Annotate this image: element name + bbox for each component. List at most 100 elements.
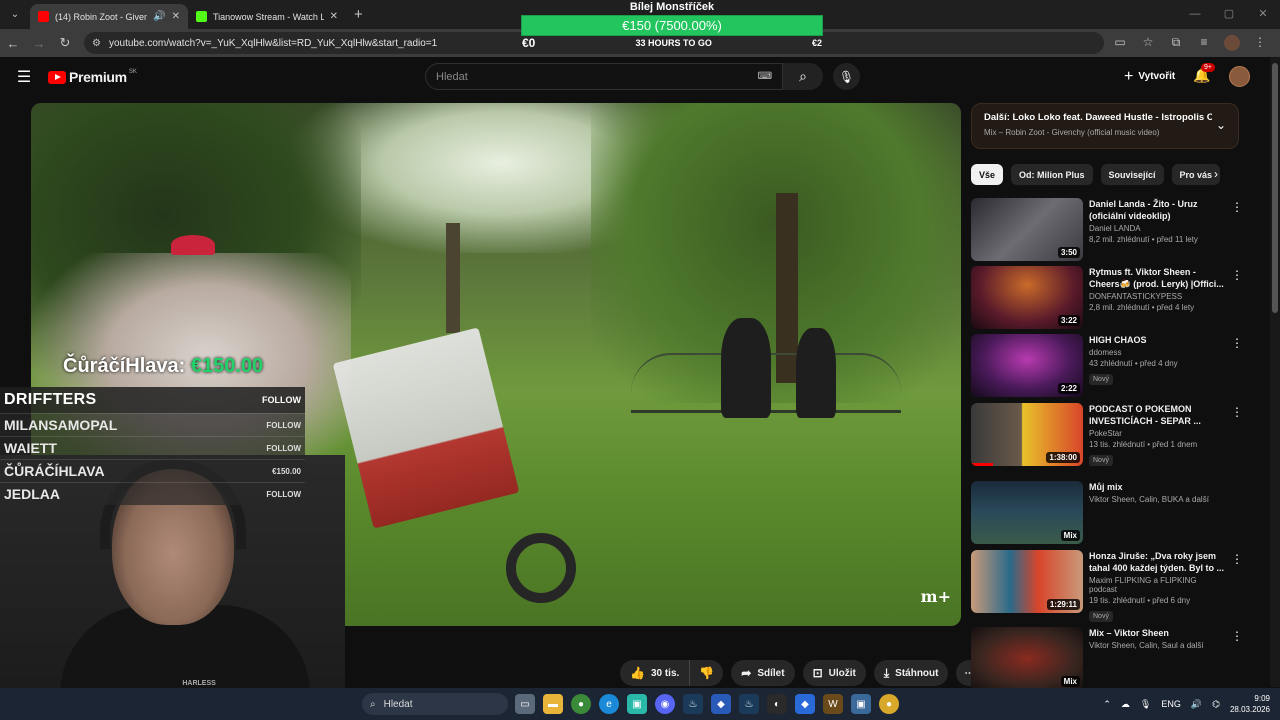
profile-avatar[interactable] <box>1224 35 1240 51</box>
app-icon[interactable]: ▣ <box>851 694 871 714</box>
language-indicator[interactable]: ENG <box>1161 699 1181 709</box>
more-vert-icon[interactable]: ⋮ <box>1231 629 1243 643</box>
video-thumbnail[interactable]: 1:29:11 <box>971 550 1083 613</box>
steam-icon[interactable]: ♨ <box>683 694 703 714</box>
video-thumbnail[interactable]: 3:50 <box>971 198 1083 261</box>
tab-youtube[interactable]: (14) Robin Zoot - Givenchy (o 🔊 ✕ <box>30 4 188 29</box>
video-title[interactable]: Honza Jiruše: „Dva roky jsem tahal 400 k… <box>1089 550 1225 574</box>
tab-search-icon[interactable]: ⌄ <box>4 4 26 26</box>
video-thumbnail[interactable]: Mix <box>971 481 1083 544</box>
channel-name[interactable]: DONFANTASTICKYPESS <box>1089 292 1225 301</box>
create-button[interactable]: + Vytvořit <box>1114 64 1185 89</box>
tab-audio-icon[interactable]: 🔊 <box>153 11 165 22</box>
voice-search-button[interactable]: 🎙 <box>833 63 860 90</box>
app-icon[interactable]: ◆ <box>711 694 731 714</box>
microphone-icon[interactable]: 🎙 <box>1140 699 1151 710</box>
account-avatar[interactable] <box>1229 66 1250 87</box>
app-icon[interactable]: ◆ <box>795 694 815 714</box>
recommendation-item[interactable]: 1:29:11 Honza Jiruše: „Dva roky jsem tah… <box>971 550 1251 622</box>
bookmark-star-icon[interactable]: ☆ <box>1134 35 1162 51</box>
download-button[interactable]: ⤓ Stáhnout <box>873 660 949 686</box>
discord-icon[interactable]: ◉ <box>655 694 675 714</box>
more-vert-icon[interactable]: ⋮ <box>1231 552 1243 566</box>
youtube-premium-logo[interactable]: Premium SK <box>48 69 137 85</box>
channel-name[interactable]: PokeStar <box>1089 429 1225 438</box>
chrome-icon[interactable]: ● <box>571 694 591 714</box>
chip-related[interactable]: Související <box>1100 164 1164 185</box>
video-title[interactable]: Můj mix <box>1089 481 1225 493</box>
notifications-button[interactable]: 🔔 9+ <box>1193 63 1215 84</box>
maximize-icon[interactable]: ▢ <box>1212 0 1246 29</box>
reading-list-icon[interactable]: ≡ <box>1190 35 1218 51</box>
wow-icon[interactable]: W <box>823 694 843 714</box>
keyboard-icon[interactable]: ⌨ <box>758 71 772 82</box>
recommendation-item[interactable]: 1:38:00 PODCAST O POKEMON INVESTICÍACH -… <box>971 403 1251 467</box>
video-thumbnail[interactable]: Mix <box>971 627 1083 690</box>
close-window-icon[interactable]: ✕ <box>1246 0 1280 29</box>
recommendation-item[interactable]: 3:50 Daniel Landa - Žito - Uruz (oficiál… <box>971 198 1251 262</box>
video-title[interactable]: Mix – Viktor Sheen <box>1089 627 1225 639</box>
channel-name[interactable]: Viktor Sheen, Calin, BUKA a další <box>1089 495 1225 504</box>
like-button[interactable]: 👍 30 tis. <box>620 660 691 686</box>
chip-all[interactable]: Vše <box>971 164 1004 185</box>
forward-icon[interactable]: → <box>26 36 52 51</box>
tab-close-icon[interactable]: ✕ <box>330 11 338 22</box>
clock[interactable]: 9:09 28.03.2026 <box>1230 693 1270 715</box>
recommendation-item[interactable]: Mix Mix – Viktor Sheen Viktor Sheen, Cal… <box>971 627 1251 691</box>
app-icon[interactable]: ◐ <box>767 694 787 714</box>
search-button[interactable]: ⌕ <box>783 63 823 90</box>
channel-watermark[interactable]: m+ <box>921 587 951 606</box>
task-view-icon[interactable]: ▭ <box>515 694 535 714</box>
up-next-panel[interactable]: Další: Loko Loko feat. Daweed Hustle - I… <box>971 103 1239 149</box>
video-thumbnail[interactable]: 2:22 <box>971 334 1083 397</box>
save-button[interactable]: ⊡ Uložit <box>802 660 866 686</box>
app-icon[interactable]: ▣ <box>627 694 647 714</box>
video-thumbnail[interactable]: 1:38:00 <box>971 403 1083 466</box>
back-icon[interactable]: ← <box>0 36 26 51</box>
steam-icon[interactable]: ♨ <box>739 694 759 714</box>
reload-icon[interactable]: ↻ <box>52 35 78 51</box>
file-explorer-icon[interactable]: ▬ <box>543 694 563 714</box>
volume-icon[interactable]: 🔊 <box>1191 699 1202 710</box>
channel-name[interactable]: ddomess <box>1089 348 1225 357</box>
tab-kick[interactable]: Tianowow Stream - Watch Live ✕ <box>188 4 346 29</box>
minimize-icon[interactable]: — <box>1178 0 1212 29</box>
new-tab-icon[interactable]: + <box>354 6 363 23</box>
video-title[interactable]: Daniel Landa - Žito - Uruz (oficiální vi… <box>1089 198 1225 222</box>
cloud-icon[interactable]: ☁ <box>1121 699 1130 710</box>
edge-icon[interactable]: e <box>599 694 619 714</box>
channel-name[interactable]: Maxim FLIPKING a FLIPKING podcast <box>1089 576 1225 594</box>
recommendation-item[interactable]: 2:22 HIGH CHAOS ddomess 43 zhlédnutí • p… <box>971 334 1251 398</box>
menu-icon[interactable]: ☰ <box>0 67 48 87</box>
channel-name[interactable]: Viktor Sheen, Calin, Saul a další <box>1089 641 1225 650</box>
more-vert-icon[interactable]: ⋮ <box>1231 200 1243 214</box>
dislike-button[interactable]: 👎 <box>690 660 724 686</box>
chip-for-you[interactable]: Pro vás <box>1171 164 1221 185</box>
recommendation-item[interactable]: 3:22 Rytmus ft. Viktor Sheen - Cheers🍻 (… <box>971 266 1251 330</box>
extensions-icon[interactable]: ⧉ <box>1162 35 1190 51</box>
video-title[interactable]: HIGH CHAOS <box>1089 334 1225 346</box>
chevron-up-icon[interactable]: ⌃ <box>1103 699 1111 710</box>
network-icon[interactable]: ⌬ <box>1212 699 1220 710</box>
browser-menu-icon[interactable]: ⋮ <box>1246 35 1274 51</box>
chip-milion-plus[interactable]: Od: Milion Plus <box>1011 164 1093 185</box>
chevron-down-icon[interactable]: ⌄ <box>1216 118 1226 132</box>
chevron-right-icon[interactable]: › <box>1214 167 1218 181</box>
cast-icon[interactable]: ▭ <box>1106 35 1134 51</box>
video-title[interactable]: PODCAST O POKEMON INVESTICÍACH - SEPAR .… <box>1089 403 1225 427</box>
more-vert-icon[interactable]: ⋮ <box>1231 405 1243 419</box>
scrollbar-thumb[interactable] <box>1272 63 1278 313</box>
channel-name[interactable]: Daniel LANDA <box>1089 224 1225 233</box>
page-scrollbar[interactable] <box>1270 57 1280 687</box>
video-thumbnail[interactable]: 3:22 <box>971 266 1083 329</box>
more-vert-icon[interactable]: ⋮ <box>1231 336 1243 350</box>
taskbar-search[interactable]: ⌕ Hledat <box>362 693 508 715</box>
video-title[interactable]: Rytmus ft. Viktor Sheen - Cheers🍻 (prod.… <box>1089 266 1225 290</box>
recommendation-item[interactable]: Mix Můj mix Viktor Sheen, Calin, BUKA a … <box>971 481 1251 545</box>
search-input[interactable]: Hledat ⌨ <box>425 63 783 90</box>
tab-close-icon[interactable]: ✕ <box>172 11 180 22</box>
chrome-icon[interactable]: ● <box>879 694 899 714</box>
share-button[interactable]: ➦ Sdílet <box>731 660 795 686</box>
site-info-icon[interactable]: ⚙ <box>92 38 101 49</box>
more-vert-icon[interactable]: ⋮ <box>1231 268 1243 282</box>
